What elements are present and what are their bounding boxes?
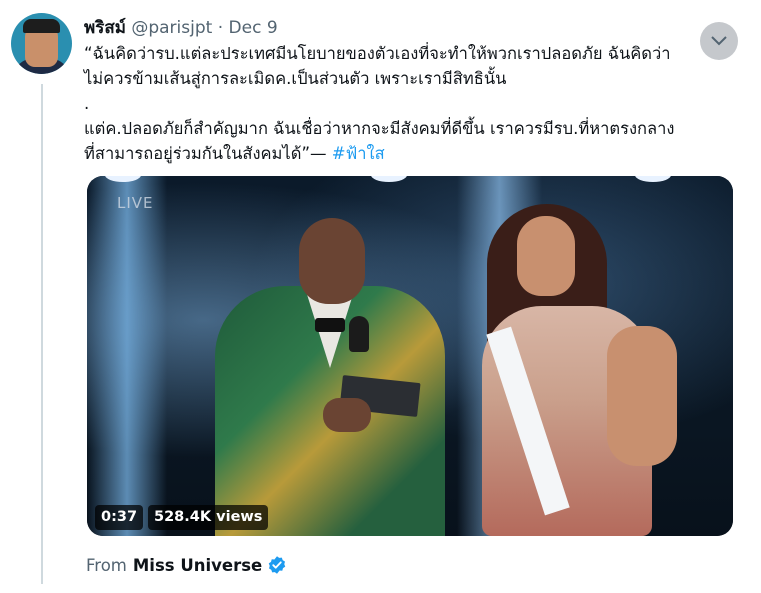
author-handle[interactable]: @parisjpt xyxy=(131,18,212,38)
tweet-line: แต่ค.ปลอดภัยก็สำคัญมาก ฉันเชื่อว่าหากจะม… xyxy=(84,119,675,138)
author-name[interactable]: พริสม์ xyxy=(84,18,126,38)
tweet-line: ที่สามารถอยู่ร่วมกันในสังคมได้”— #ฟ้าใส xyxy=(84,141,744,166)
host-hand xyxy=(323,398,371,432)
separator: · xyxy=(217,18,224,38)
avatar-hat xyxy=(23,19,60,33)
video-views: 528.4K views xyxy=(148,505,269,530)
tweet-line: ไม่ควรข้ามเส้นสู่การละเมิดค.เป็นส่วนตัว … xyxy=(84,69,507,88)
light-beam xyxy=(87,176,167,536)
source-account-link[interactable]: Miss Universe xyxy=(133,556,262,575)
source-attribution: From Miss Universe xyxy=(86,555,287,575)
host-head xyxy=(299,218,365,304)
from-label: From xyxy=(86,555,127,575)
tweet-date[interactable]: Dec 9 xyxy=(229,18,278,38)
contestant-head xyxy=(517,216,575,296)
tweet-line: “ฉันคิดว่ารบ.แต่ละประเทศมีนโยบายของตัวเอ… xyxy=(84,44,671,63)
avatar[interactable] xyxy=(11,13,72,74)
tweet-line: . xyxy=(84,94,90,113)
video-player[interactable]: LIVE 0:37 528.4K views xyxy=(87,176,733,536)
live-overlay-text: LIVE xyxy=(117,194,154,212)
contestant-arm xyxy=(607,326,677,466)
video-duration: 0:37 xyxy=(95,505,144,530)
tweet-text: “ฉันคิดว่ารบ.แต่ละประเทศมีนโยบายของตัวเอ… xyxy=(84,41,744,166)
tweet-header: พริสม์ @parisjpt · Dec 9 xyxy=(84,14,278,41)
verified-badge-icon xyxy=(269,556,286,574)
thread-line xyxy=(41,84,43,584)
host-bowtie xyxy=(315,318,345,332)
hashtag-link[interactable]: #ฟ้าใส xyxy=(332,144,385,163)
microphone xyxy=(349,316,369,352)
tweet-line-text: ที่สามารถอยู่ร่วมกันในสังคมได้”— xyxy=(84,144,332,163)
